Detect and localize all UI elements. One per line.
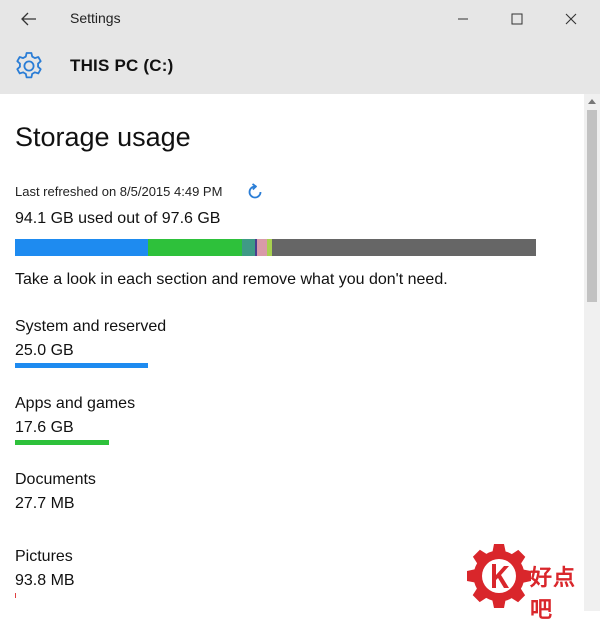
category-size: 17.6 GB bbox=[15, 419, 74, 436]
storage-bar-segment bbox=[257, 239, 267, 256]
scroll-thumb[interactable] bbox=[587, 110, 597, 302]
category-name: Documents bbox=[15, 471, 96, 488]
hint-text: Take a look in each section and remove w… bbox=[15, 271, 448, 288]
back-button[interactable] bbox=[14, 4, 44, 34]
category-size: 93.8 MB bbox=[15, 572, 75, 589]
window-title: Settings bbox=[70, 10, 121, 26]
scroll-up-arrow-icon bbox=[588, 99, 596, 104]
minimize-icon bbox=[458, 18, 468, 20]
category-documents[interactable]: Documents 27.7 MB bbox=[15, 471, 96, 521]
drive-title: THIS PC (C:) bbox=[70, 56, 174, 75]
category-usage-bar bbox=[15, 593, 16, 598]
storage-usage-bar bbox=[15, 239, 536, 256]
storage-bar-segment bbox=[148, 239, 242, 256]
settings-window: Settings THIS PC (C:) Storage usage Last… bbox=[0, 0, 600, 623]
category-usage-bar bbox=[15, 440, 109, 445]
page-header: THIS PC (C:) bbox=[0, 38, 600, 94]
vertical-scrollbar[interactable] bbox=[584, 94, 600, 611]
gear-icon bbox=[16, 52, 42, 79]
category-name: Apps and games bbox=[15, 395, 136, 412]
close-icon bbox=[565, 13, 577, 25]
minimize-button[interactable] bbox=[440, 0, 486, 38]
category-name: Pictures bbox=[15, 548, 73, 565]
back-arrow-icon bbox=[21, 12, 36, 26]
scroll-up-button[interactable] bbox=[584, 94, 600, 108]
close-button[interactable] bbox=[548, 0, 594, 38]
maximize-button[interactable] bbox=[494, 0, 540, 38]
category-system-reserved[interactable]: System and reserved 25.0 GB bbox=[15, 318, 166, 368]
storage-bar-segment bbox=[272, 239, 535, 256]
category-usage-bar bbox=[15, 363, 148, 368]
last-refreshed-text: Last refreshed on 8/5/2015 4:49 PM bbox=[15, 184, 223, 199]
category-apps-games[interactable]: Apps and games 17.6 GB bbox=[15, 395, 135, 445]
category-name: System and reserved bbox=[15, 318, 167, 335]
watermark-logo: 好点吧 bbox=[466, 541, 598, 623]
used-summary: 94.1 GB used out of 97.6 GB bbox=[15, 210, 221, 227]
storage-content: Storage usage Last refreshed on 8/5/2015… bbox=[0, 94, 584, 611]
category-size: 27.7 MB bbox=[15, 495, 75, 512]
storage-bar-segment bbox=[242, 239, 255, 256]
category-size: 25.0 GB bbox=[15, 342, 74, 359]
category-pictures[interactable]: Pictures 93.8 MB bbox=[15, 548, 75, 598]
refresh-icon[interactable] bbox=[246, 183, 264, 201]
title-bar: Settings bbox=[0, 0, 600, 38]
page-title: Storage usage bbox=[15, 122, 191, 152]
storage-bar-segment bbox=[15, 239, 148, 256]
watermark-text: 好点吧 bbox=[530, 566, 577, 623]
maximize-icon bbox=[511, 13, 523, 25]
watermark-gear-icon bbox=[467, 544, 531, 608]
